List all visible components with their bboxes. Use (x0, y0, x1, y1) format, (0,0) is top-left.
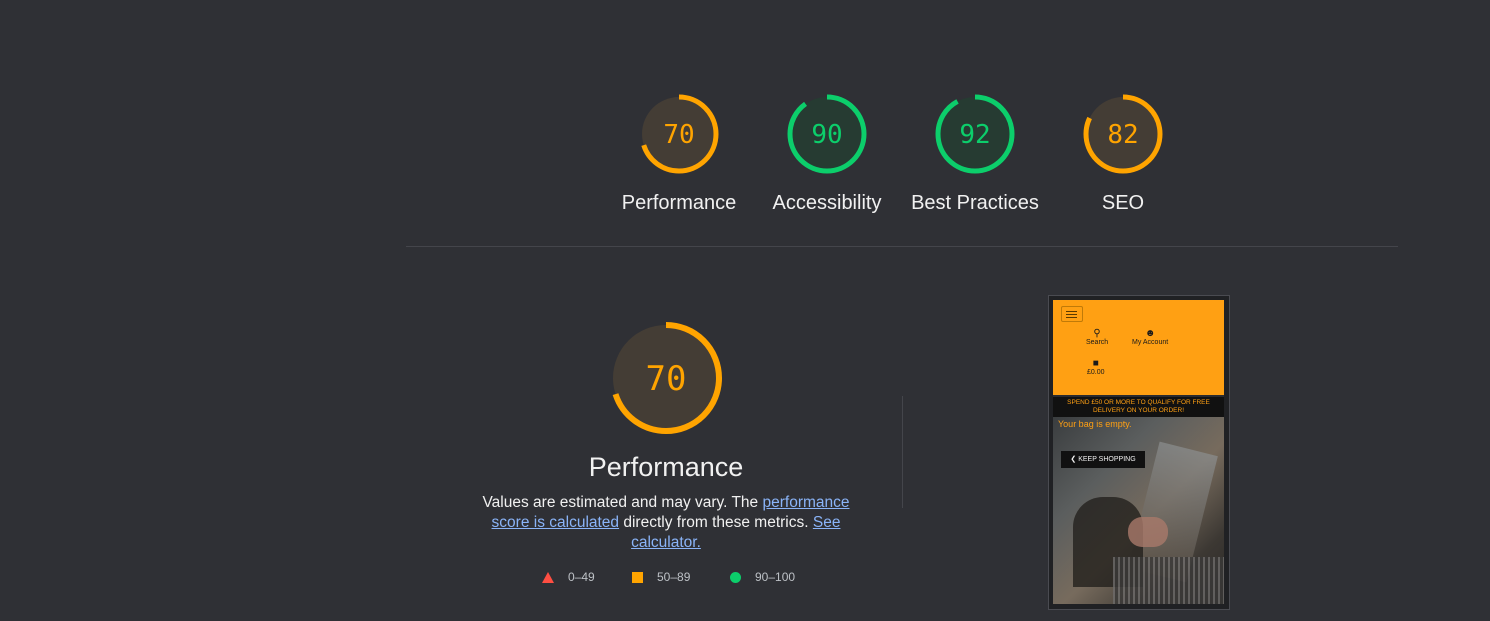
gauge-best-practices-score: 92 (959, 120, 990, 150)
performance-description: Values are estimated and may vary. The p… (466, 493, 866, 553)
section-divider (406, 246, 1398, 247)
shopping-bag-icon: ■ (1092, 358, 1099, 369)
empty-bag-text: Your bag is empty. (1058, 419, 1132, 429)
nav-bag: ■ £0.00 (1087, 358, 1105, 376)
gauge-performance-ring: 70 (639, 94, 719, 174)
screenshot-viewport: ⚲ Search ☻ My Account ■ £0.00 SPEND £50 … (1053, 300, 1224, 604)
legend-fail: 0–49 (542, 570, 595, 584)
legend-average-range: 50–89 (657, 570, 691, 584)
legend-fail-range: 0–49 (568, 570, 595, 584)
final-screenshot: ⚲ Search ☻ My Account ■ £0.00 SPEND £50 … (1048, 295, 1230, 610)
gauge-seo-label: SEO (1101, 192, 1145, 214)
keep-shopping-label: KEEP SHOPPING (1078, 456, 1136, 463)
gauge-performance-label: Performance (621, 192, 737, 214)
gauge-best-practices-ring: 92 (935, 94, 1015, 174)
gauge-accessibility-label: Accessibility (772, 192, 882, 214)
nav-account: ☻ My Account (1132, 328, 1168, 346)
legend-average: 50–89 (632, 570, 690, 584)
gauge-performance[interactable]: 70 Performance (605, 92, 753, 215)
performance-summary: 70 Performance Values are estimated and … (466, 320, 866, 553)
square-icon (632, 571, 643, 583)
nav-bag-total: £0.00 (1087, 369, 1105, 376)
performance-gauge-large: 70 (610, 322, 722, 434)
nav-search: ⚲ Search (1086, 328, 1108, 346)
gauge-seo-score: 82 (1107, 120, 1138, 150)
arrow-left-icon: ❮ (1070, 456, 1077, 463)
search-icon: ⚲ (1093, 328, 1101, 339)
hamburger-menu-icon (1061, 306, 1083, 322)
nav-account-label: My Account (1132, 339, 1169, 346)
triangle-icon (542, 571, 554, 583)
keep-shopping-button: ❮ KEEP SHOPPING (1061, 451, 1145, 468)
gauge-best-practices[interactable]: 92 Best Practices (901, 92, 1049, 215)
circle-icon (730, 571, 741, 583)
gauge-accessibility[interactable]: 90 Accessibility (753, 92, 901, 215)
gauge-seo[interactable]: 82 SEO (1049, 92, 1197, 215)
vertical-divider (902, 396, 903, 508)
legend-pass-range: 90–100 (755, 570, 796, 584)
hero-image (1053, 417, 1224, 604)
legend-pass: 90–100 (730, 570, 795, 584)
desc-mid: directly from these metrics. (619, 514, 813, 531)
gauge-performance-score: 70 (663, 120, 694, 150)
gauge-seo-ring: 82 (1083, 94, 1163, 174)
gauge-accessibility-score: 90 (811, 120, 842, 150)
site-header: ⚲ Search ☻ My Account ■ £0.00 (1053, 300, 1224, 395)
gauge-accessibility-ring: 90 (787, 94, 867, 174)
score-legend: 0–49 50–89 90–100 (540, 570, 820, 588)
gauge-best-practices-label: Best Practices (911, 192, 1039, 214)
user-icon: ☻ (1144, 328, 1156, 339)
desc-prefix: Values are estimated and may vary. The (482, 494, 763, 511)
category-gauges: 70 Performance 90 Accessibility 92 Best … (0, 0, 1490, 240)
delivery-banner: SPEND £50 OR MORE TO QUALIFY FOR FREE DE… (1053, 397, 1224, 417)
performance-score-large: 70 (646, 359, 687, 399)
performance-title: Performance (588, 452, 744, 482)
nav-search-label: Search (1086, 339, 1109, 346)
